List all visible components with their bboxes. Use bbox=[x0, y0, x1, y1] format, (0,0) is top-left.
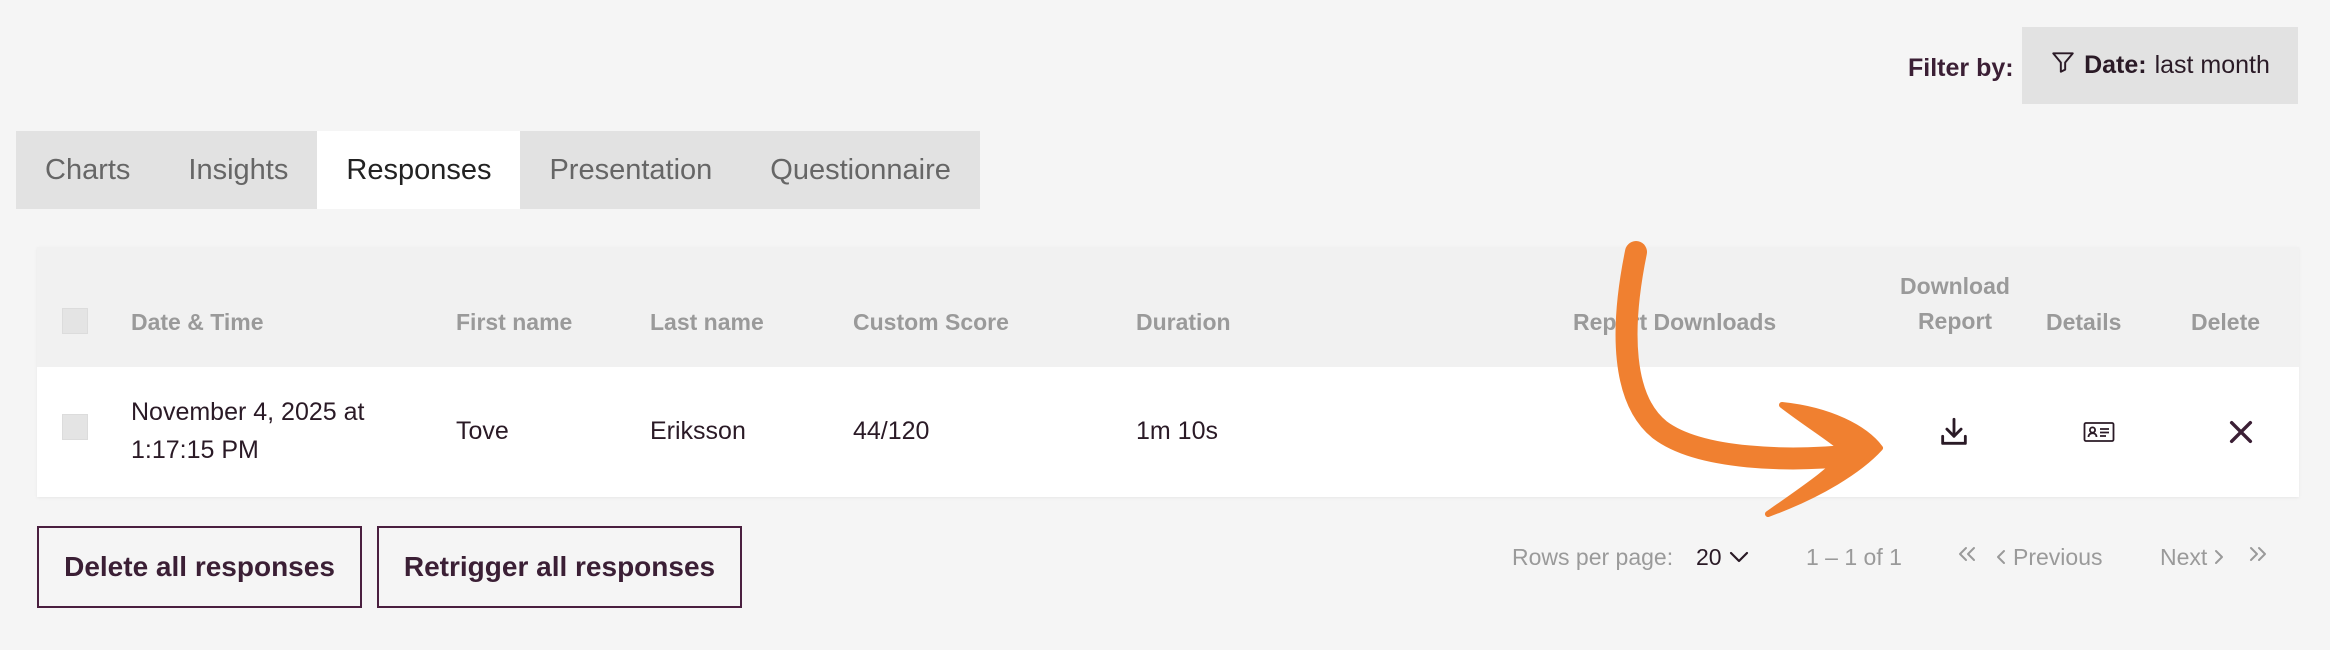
details-button[interactable] bbox=[2079, 412, 2119, 452]
cell-duration: 1m 10s bbox=[1136, 417, 1218, 445]
cell-custom-score: 44/120 bbox=[853, 417, 930, 445]
filter-value: last month bbox=[2154, 51, 2270, 79]
rows-per-page-label: Rows per page: bbox=[1512, 544, 1674, 570]
header-report-downloads[interactable]: Report Downloads bbox=[1573, 305, 1776, 340]
select-all-checkbox[interactable] bbox=[62, 308, 88, 334]
header-duration[interactable]: Duration bbox=[1136, 305, 1231, 340]
header-download-report-line2: Report bbox=[1917, 308, 1993, 334]
tab-questionnaire[interactable]: Questionnaire bbox=[741, 131, 980, 209]
download-report-button[interactable] bbox=[1932, 410, 1976, 454]
last-page-button[interactable] bbox=[2247, 545, 2269, 563]
tab-presentation[interactable]: Presentation bbox=[520, 131, 741, 209]
delete-all-responses-button[interactable]: Delete all responses bbox=[37, 526, 362, 608]
header-details: Details bbox=[2046, 309, 2122, 335]
header-custom-score[interactable]: Custom Score bbox=[853, 305, 1009, 340]
table-header: Date & Time First name Last name Custom … bbox=[37, 247, 2299, 367]
chevron-left-icon bbox=[1997, 550, 2005, 564]
pagination-range: 1 – 1 of 1 bbox=[1806, 544, 1902, 570]
rows-per-page-value: 20 bbox=[1696, 544, 1722, 570]
header-first-name[interactable]: First name bbox=[456, 305, 572, 340]
chevrons-right-icon bbox=[2250, 547, 2266, 561]
close-icon bbox=[2229, 420, 2253, 444]
tab-insights[interactable]: Insights bbox=[159, 131, 317, 209]
chevron-right-icon bbox=[2215, 550, 2224, 564]
filter-key: Date: bbox=[2084, 51, 2147, 79]
next-page-button[interactable]: Next bbox=[2160, 542, 2225, 572]
chevron-down-icon bbox=[1729, 551, 1748, 563]
row-checkbox[interactable] bbox=[62, 414, 88, 440]
cell-last-name: Eriksson bbox=[650, 417, 746, 445]
header-date-time[interactable]: Date & Time bbox=[131, 305, 264, 340]
date-filter-button[interactable]: Date: last month bbox=[2022, 27, 2298, 104]
cell-date-time: November 4, 2025 at 1:17:15 PM bbox=[131, 393, 364, 469]
header-last-name[interactable]: Last name bbox=[650, 305, 764, 340]
responses-table: Date & Time First name Last name Custom … bbox=[37, 247, 2299, 497]
first-page-button[interactable] bbox=[1956, 545, 1978, 563]
next-label: Next bbox=[2160, 544, 2208, 570]
cell-date-line2: 1:17:15 PM bbox=[131, 436, 259, 464]
tab-responses[interactable]: Responses bbox=[317, 131, 521, 209]
download-icon bbox=[1941, 417, 1967, 445]
previous-page-button[interactable]: Previous bbox=[1995, 542, 2102, 572]
filter-icon bbox=[2050, 49, 2076, 82]
delete-button[interactable] bbox=[2219, 410, 2263, 454]
filter-label: Filter by: bbox=[1908, 54, 2014, 82]
id-card-icon bbox=[2083, 422, 2115, 442]
header-delete: Delete bbox=[2191, 309, 2261, 335]
header-download-report: Download Report bbox=[1875, 269, 2035, 339]
previous-label: Previous bbox=[2013, 544, 2103, 570]
table-row[interactable]: November 4, 2025 at 1:17:15 PM Tove Erik… bbox=[37, 367, 2299, 497]
retrigger-all-responses-button[interactable]: Retrigger all responses bbox=[377, 526, 742, 608]
cell-first-name: Tove bbox=[456, 417, 509, 445]
chevrons-left-icon bbox=[1959, 547, 1975, 561]
rows-per-page-select[interactable]: 20 bbox=[1696, 542, 1750, 572]
cell-date-line1: November 4, 2025 at bbox=[131, 398, 365, 426]
tab-charts[interactable]: Charts bbox=[16, 131, 159, 209]
header-download-report-line1: Download bbox=[1900, 273, 2010, 299]
tab-bar: Charts Insights Responses Presentation Q… bbox=[16, 131, 980, 209]
